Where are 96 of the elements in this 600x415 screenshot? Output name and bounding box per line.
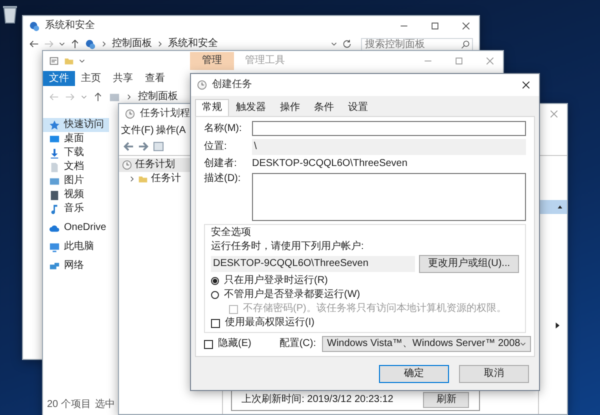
ribbon-tab[interactable]: 共享 [107,71,139,86]
desktop-icon [49,134,60,144]
checkbox[interactable] [211,318,220,328]
music-note-icon [49,204,60,214]
forward-arrow-icon[interactable] [138,141,149,152]
dialog-button[interactable]: 确定 [379,364,449,382]
caret-icon [520,341,526,347]
document-icon [49,162,60,172]
sidebar-item[interactable]: 文档 [43,160,109,174]
item-count: 20 个项目 [47,399,91,411]
breadcrumb-item[interactable]: 系统和安全 [168,38,218,50]
search-field[interactable]: 搜索控制面板 [361,38,473,50]
clock-icon [125,109,135,119]
dialog-button[interactable]: 取消 [459,364,529,382]
field-label: 名称(M): [204,122,243,134]
refresh-icon[interactable] [342,39,352,49]
panel-icon[interactable] [153,141,164,152]
name-field[interactable] [252,121,526,136]
sidebar-item[interactable]: 网络 [43,259,109,273]
field-label: 描述(D): [204,173,242,185]
cloud-icon [49,222,60,234]
computer-icon [49,242,60,252]
up-arrow-icon[interactable] [70,39,80,49]
submenu-arrow-icon[interactable] [555,322,561,329]
window-title: 任务计划程 [140,108,190,120]
chevron-icon[interactable] [129,176,135,182]
tab[interactable]: 操作 [273,99,307,116]
star-icon [49,120,60,130]
tab[interactable]: 条件 [307,99,341,116]
chevron-icon [101,41,107,47]
close-icon[interactable] [521,80,531,90]
close-icon[interactable] [461,21,471,31]
tab[interactable]: 触发器 [229,99,273,116]
account-prompt: 运行任务时，请使用下列用户帐户: [211,241,365,253]
menu-item[interactable]: 操作(A [156,125,186,137]
sidebar-item[interactable]: 视频 [43,188,109,202]
sidebar-item[interactable]: OneDrive [43,221,109,235]
description-field[interactable] [252,173,526,221]
field-label: 配置(C): [279,338,316,350]
radio-button[interactable] [211,277,219,285]
collapse-caret-icon[interactable] [557,204,563,210]
sidebar-item[interactable]: 此电脑 [43,240,109,254]
option-label: 使用最高权限运行(I) [225,317,314,329]
picture-icon [49,176,60,186]
video-icon [49,190,60,200]
sidebar-item[interactable]: 快速访问 [43,118,109,132]
up-arrow-icon[interactable] [93,92,103,102]
account-field: DESKTOP-9CQQL6O\ThreeSeven [211,256,415,272]
network-icon [49,260,60,272]
option-label: 不管用户是否登录都要运行(W) [224,289,360,301]
caret-icon[interactable] [79,58,85,64]
tab[interactable]: 常规 [195,99,229,116]
back-arrow-icon[interactable] [29,39,39,49]
change-user-button[interactable]: 更改用户或组(U)... [418,255,519,273]
window-title: 系统和安全 [45,20,95,32]
option-label: 只在用户登录时运行(R) [224,275,328,287]
selection-status: 选中 [94,399,115,411]
search-icon [461,40,470,48]
download-icon [49,148,60,158]
refresh-button[interactable]: 刷新 [423,392,470,408]
folder-icon [138,174,148,184]
control-panel-icon [85,38,96,50]
field-label: 位置: [204,141,228,153]
sidebar-item[interactable]: 桌面 [43,132,109,146]
last-refresh-time: 上次刷新时间: 2019/3/12 20:23:12 [242,394,394,406]
ribbon-tab[interactable]: 文件 [43,71,75,86]
caret-icon[interactable] [59,41,65,47]
chevron-icon [126,94,132,100]
configure-dropdown[interactable]: Windows Vista™、Windows Server™ 2008 [322,336,532,352]
sidebar-item[interactable]: 音乐 [43,202,109,216]
ribbon-tab[interactable]: 查看 [139,71,171,86]
clock-icon [122,160,132,170]
dialog-title: 创建任务 [212,79,252,91]
control-panel-icon [29,20,40,32]
sidebar-item[interactable]: 下载 [43,146,109,160]
recycle-bin-icon[interactable] [2,4,18,24]
menu-item[interactable]: 文件(F) [121,125,154,137]
radio-button[interactable] [211,291,219,299]
group-title: 安全选项 [211,227,252,239]
caret-icon[interactable] [331,41,337,47]
author-value: DESKTOP-9CQQL6O\ThreeSeven [252,158,408,170]
context-tab[interactable]: 管理 [190,52,234,70]
option-label: 不存储密码(P)。该任务将只有访问本地计算机资源的权限。 [243,303,506,315]
checkbox[interactable] [204,340,213,348]
clock-icon [197,80,207,90]
properties-icon[interactable] [49,56,59,66]
tab[interactable]: 设置 [341,99,375,116]
breadcrumb-item[interactable]: 控制面板 [112,38,152,50]
option-label: 隐藏(E) [218,338,252,350]
maximize-icon[interactable] [430,21,440,31]
ribbon-tab[interactable]: 主页 [75,71,107,86]
window-title: 管理工具 [245,55,285,67]
sidebar-item[interactable]: 图片 [43,174,109,188]
breadcrumb-item[interactable]: 控制面板 [138,91,178,103]
location-field: \ [252,139,526,155]
chevron-icon [157,41,163,47]
